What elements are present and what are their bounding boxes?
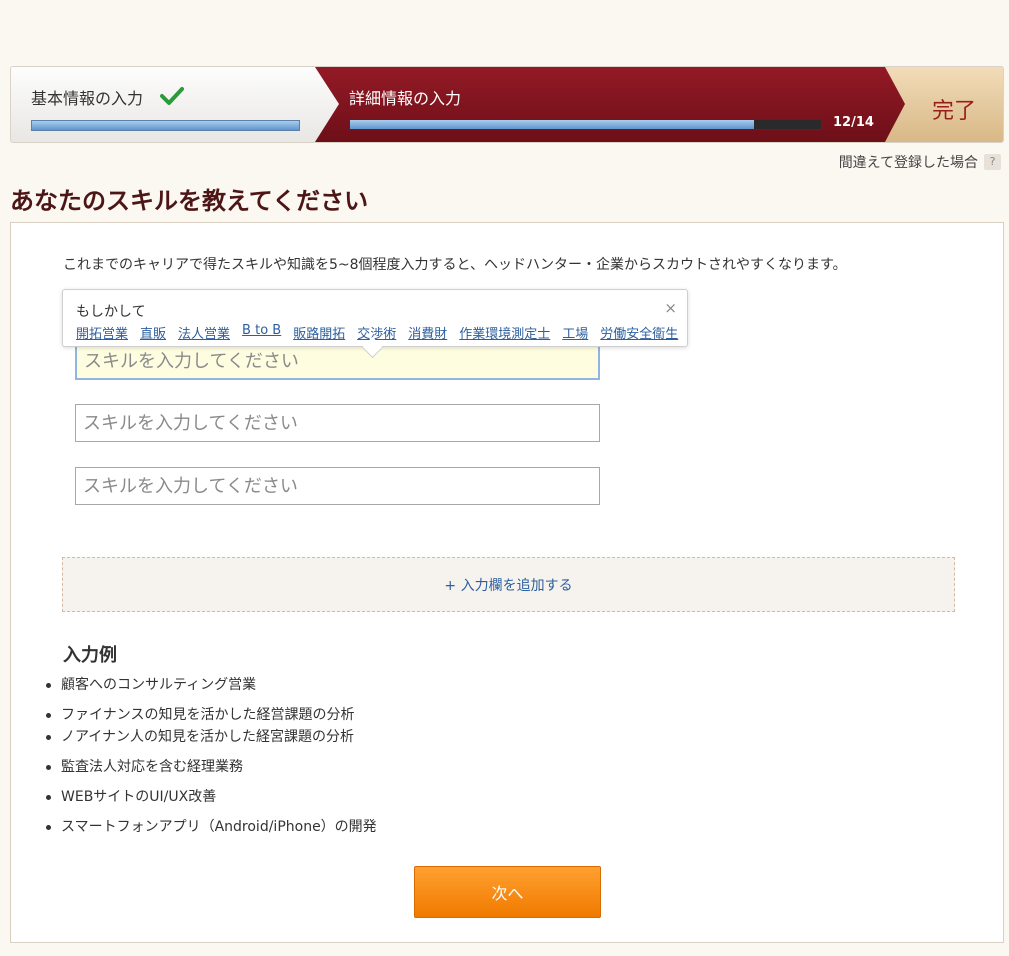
skill-input-2[interactable] (75, 404, 600, 442)
suggestion-title: もしかして (76, 304, 146, 320)
example-item: 顧客へのコンサルティング営業 (46, 676, 377, 706)
check-icon (160, 87, 184, 105)
suggestion-popup: もしかして × 開拓営業 直販 法人営業 B to B 販路開拓 交渉術 消費財… (62, 289, 688, 347)
examples-title: 入力例 (63, 645, 117, 666)
next-button[interactable]: 次へ (414, 866, 601, 918)
step-detail-info-bar (349, 119, 822, 130)
suggestion-item[interactable]: 労働安全衛生 (600, 323, 678, 342)
skills-panel: これまでのキャリアで得たスキルや知識を5~8個程度入力すると、ヘッドハンター・企… (10, 222, 1004, 943)
skill-input-3[interactable] (75, 467, 600, 505)
progress-steps: 基本情報の入力 詳細情報の入力 12/14 完了 (10, 66, 1004, 143)
suggestion-item[interactable]: 作業環境測定士 (459, 323, 550, 342)
help-icon[interactable]: ? (984, 154, 1001, 170)
example-item: スマートフォンアプリ（Android/iPhone）の開発 (46, 818, 377, 848)
suggestion-item[interactable]: 交渉術 (357, 323, 396, 342)
example-item: 監査法人対応を含む経理業務 (46, 758, 377, 788)
suggestion-list: 開拓営業 直販 法人営業 B to B 販路開拓 交渉術 消費財 作業環境測定士… (76, 323, 690, 342)
add-input-field-button[interactable]: + 入力欄を追加する (62, 557, 955, 612)
mistake-registration-label[interactable]: 間違えて登録した場合 (839, 152, 978, 172)
examples-list: 顧客へのコンサルティング営業 ファイナンスの知見を活かした経営課題の分析 ノアイ… (46, 676, 377, 848)
example-item: ノアイナン人の知見を活かした経宮課題の分析 (46, 728, 377, 758)
suggestion-item[interactable]: 法人営業 (178, 323, 230, 342)
step-basic-info-bar (31, 120, 300, 131)
suggestion-item[interactable]: 直販 (140, 323, 166, 342)
suggestion-item[interactable]: 消費財 (408, 323, 447, 342)
suggestion-item[interactable]: 販路開拓 (293, 323, 345, 342)
step-detail-info-count: 12/14 (833, 115, 874, 130)
step-detail-info-bar-fill (350, 120, 754, 129)
page-title: あなたのスキルを教えてください (10, 187, 369, 215)
suggestion-item[interactable]: 工場 (562, 323, 588, 342)
step-basic-info: 基本情報の入力 (11, 67, 341, 142)
suggestion-item[interactable]: 開拓営業 (76, 323, 128, 342)
example-item: WEBサイトのUI/UX改善 (46, 788, 377, 818)
example-item: ファイナンスの知見を活かした経営課題の分析 (46, 706, 377, 728)
step-detail-info: 詳細情報の入力 12/14 (315, 67, 911, 142)
mistake-registration-link[interactable]: 間違えて登録した場合 ? (839, 152, 1001, 172)
intro-text: これまでのキャリアで得たスキルや知識を5~8個程度入力すると、ヘッドハンター・企… (63, 257, 847, 273)
step-basic-info-label: 基本情報の入力 (31, 89, 144, 108)
close-icon[interactable]: × (664, 299, 677, 317)
step-detail-info-label: 詳細情報の入力 (349, 89, 462, 108)
suggestion-item[interactable]: B to B (242, 323, 281, 342)
step-complete-label: 完了 (932, 99, 977, 124)
skill-input-1[interactable] (75, 342, 600, 380)
